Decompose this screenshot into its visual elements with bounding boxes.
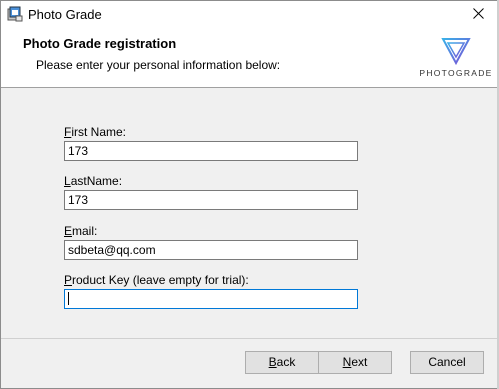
- product-key-field[interactable]: [64, 289, 358, 309]
- back-button[interactable]: Back: [245, 351, 319, 374]
- logo-wordmark: PHOTOGRADE: [419, 68, 493, 78]
- cancel-button[interactable]: Cancel: [410, 351, 484, 374]
- product-key-label: Product Key (leave empty for trial):: [64, 273, 249, 287]
- photograde-logo: PHOTOGRADE: [419, 37, 493, 81]
- header-title: Photo Grade registration: [23, 36, 177, 51]
- header-subtitle: Please enter your personal information b…: [36, 58, 281, 72]
- last-name-label: LastName:: [64, 174, 123, 188]
- window-title: Photo Grade: [28, 7, 102, 22]
- last-name-field[interactable]: [64, 190, 358, 210]
- footer-divider: [1, 338, 498, 339]
- photograde-logo-icon: [441, 38, 471, 66]
- email-label: Email:: [64, 224, 98, 238]
- title-bar[interactable]: Photo Grade: [1, 1, 498, 29]
- email-field[interactable]: [64, 240, 358, 260]
- dialog-header: Photo Grade registration Please enter yo…: [1, 29, 498, 88]
- first-name-field[interactable]: [64, 141, 358, 161]
- text-caret: [68, 292, 69, 305]
- first-name-label: First Name:: [64, 125, 127, 139]
- app-icon: [7, 6, 23, 22]
- registration-dialog: Photo Grade Photo Grade registration Ple…: [0, 0, 499, 389]
- next-button[interactable]: Next: [318, 351, 392, 374]
- close-button[interactable]: [458, 1, 498, 29]
- close-icon: [472, 8, 484, 22]
